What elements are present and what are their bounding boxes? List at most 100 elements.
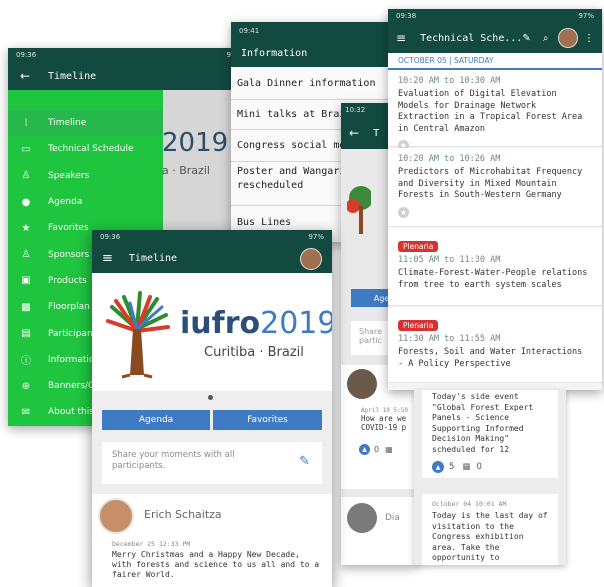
avatar — [347, 503, 377, 533]
button-label: Favorites — [247, 415, 288, 425]
edit-icon[interactable]: ✎ — [522, 33, 530, 44]
battery-level: 97% — [578, 12, 594, 20]
like-icon[interactable]: ▲ — [432, 461, 444, 473]
avatar[interactable] — [558, 28, 578, 48]
session-title: Climate-Forest-Water-People relations fr… — [398, 268, 588, 290]
calendar-icon: ▭ — [21, 143, 31, 155]
favorites-button[interactable]: Favorites — [213, 410, 322, 430]
drawer-app-bar: ← Timeline — [8, 62, 250, 90]
like-count: 0 — [374, 445, 380, 454]
like-count: 5 — [449, 462, 455, 472]
avatar — [98, 498, 134, 534]
share-moments-card[interactable]: Share your moments with all participants… — [102, 442, 322, 484]
drawer-item-label: Floorplan — [48, 302, 90, 313]
drawer-item-speakers[interactable]: ♙ Speakers — [8, 163, 163, 189]
pencil-icon[interactable]: ✎ — [299, 454, 310, 469]
timeline-icon: ⦚ — [24, 117, 28, 129]
status-time: 09:36 — [16, 51, 37, 59]
drawer-item-label: Timeline — [48, 118, 87, 129]
middle-title: T — [373, 127, 380, 139]
post-card: Erich Schaitza December 25 12:33 PM Merr… — [92, 494, 332, 587]
schedule-app-bar: ≡ Technical Sche... ✎ ⌕ ⋮ — [388, 23, 602, 53]
post-date: April 10 5:59 — [361, 407, 408, 414]
session-item[interactable]: 10:20 AM to 10:30 AM Evaluation of Digit… — [388, 70, 602, 151]
post-card-bottom-partial: Dia — [341, 497, 417, 565]
agenda-button[interactable]: Agenda — [102, 410, 210, 430]
post-text: How are we — [361, 414, 407, 423]
post-author: Erich Schaitza — [144, 508, 222, 521]
back-arrow-icon[interactable]: ← — [18, 69, 32, 83]
status-time: 10:32 — [345, 106, 366, 114]
person-icon: ♙ — [21, 170, 31, 182]
drawer-title: Timeline — [48, 70, 97, 82]
schedule-title: Technical Sche... — [420, 32, 523, 44]
post-date: December 25 12:33 PM — [112, 540, 191, 548]
session-title: Evaluation of Digital Elevation Models f… — [398, 89, 583, 134]
drawer-item-label: Sponsors — [48, 249, 90, 260]
sponsor-icon: ♙ — [21, 249, 31, 261]
button-label: Agenda — [138, 415, 174, 425]
post-text: Today's side event "Global Forest Expert… — [432, 392, 534, 454]
session-item[interactable]: Plenaria 11:05 AM to 11:30 AM Climate-Fo… — [388, 228, 602, 306]
drawer-item-label: Favorites — [48, 223, 89, 234]
drawer-item-agenda[interactable]: ● Agenda — [8, 189, 163, 215]
middle-logo-fragment — [347, 178, 371, 238]
session-time: 10:20 AM to 10:26 AM — [398, 154, 501, 164]
post-date: October 04 10:01 AM — [432, 500, 507, 508]
session-time: 10:20 AM to 10:30 AM — [398, 76, 501, 86]
drawer-item-label: Informatio — [48, 354, 95, 365]
favorite-star-icon[interactable]: ★ — [398, 206, 409, 218]
status-time: 09:41 — [239, 27, 260, 35]
session-title: Forests, Soil and Water Interactions - A… — [398, 347, 583, 369]
banner-icon: ⊛ — [21, 380, 31, 392]
product-icon: ▣ — [21, 275, 31, 287]
avatar[interactable] — [300, 247, 322, 270]
iufro-tree-logo — [106, 291, 170, 379]
post-actions: ▲ 5 ▦ 0 — [432, 461, 548, 473]
timeline-main-screen: 09:36 97% ≡ Timeline iufro2019 Curitiba … — [92, 230, 332, 587]
date-header: OCTOBER 05 | SATURDAY — [388, 53, 602, 70]
comment-icon[interactable]: ▦ — [462, 462, 470, 472]
post-text: Merry Christmas and a Happy New Decade, … — [112, 550, 320, 579]
avatar — [347, 369, 377, 399]
back-arrow-icon[interactable]: ← — [349, 126, 359, 140]
drawer-item-label: About this — [48, 407, 94, 418]
map-icon: ▩ — [21, 301, 31, 313]
status-bar: 09:36 97% — [92, 230, 332, 244]
share-placeholder: Share your moments with all participants… — [112, 450, 235, 471]
carousel-dot[interactable] — [208, 395, 213, 400]
search-icon[interactable]: ⌕ — [543, 33, 549, 44]
logo-word: iufro — [180, 306, 261, 341]
clock-icon: ● — [21, 196, 31, 208]
congress-banner: iufro2019 Curitiba · Brazil — [92, 273, 332, 391]
logo-year: 2019 — [260, 306, 332, 341]
status-bar: 09:36 97% — [8, 48, 250, 62]
more-vert-icon[interactable]: ⋮ — [584, 33, 594, 44]
people-icon: ▤ — [21, 328, 31, 340]
drawer-item-label: Banners/C — [48, 381, 95, 392]
post-text: Today is the last day of visitation to t… — [432, 511, 548, 562]
post-text: COVID-19 p — [361, 423, 407, 432]
drawer-item-timeline[interactable]: ⦚ Timeline — [8, 110, 163, 137]
technical-schedule-screen: 09:38 97% ≡ Technical Sche... ✎ ⌕ ⋮ OCTO… — [388, 9, 602, 390]
drawer-item-label: Technical Schedule — [48, 144, 134, 155]
status-bar: 09:38 97% — [388, 9, 602, 23]
session-item[interactable]: Plenaria 11:30 AM to 11:55 AM Forests, S… — [388, 307, 602, 383]
timeline-app-bar: ≡ Timeline — [92, 244, 332, 273]
post-card: October 04 10:01 AM Today is the last da… — [422, 494, 558, 565]
comment-count: 0 — [476, 462, 482, 472]
drawer-item-technical-schedule[interactable]: ▭ Technical Schedule — [8, 136, 163, 162]
menu-icon[interactable]: ≡ — [102, 251, 113, 266]
status-time: 09:38 — [396, 12, 417, 20]
post-card: Today's side event "Global Forest Expert… — [422, 390, 558, 478]
drawer-background-city: a · Brazil — [162, 164, 210, 177]
comment-icon[interactable]: ▦ — [385, 445, 393, 454]
timeline-title: Timeline — [128, 253, 178, 264]
information-title: Information — [241, 48, 308, 59]
menu-icon[interactable]: ≡ — [396, 31, 406, 45]
session-item[interactable]: 10:20 AM to 10:26 AM Predictors of Micro… — [388, 148, 602, 227]
like-icon[interactable]: ▲ — [359, 444, 370, 455]
timeline-posts-right: Today's side event "Global Forest Expert… — [414, 390, 566, 565]
logo-city: Curitiba · Brazil — [204, 345, 304, 360]
post-actions: ▲ 0 ▦ — [359, 444, 413, 455]
